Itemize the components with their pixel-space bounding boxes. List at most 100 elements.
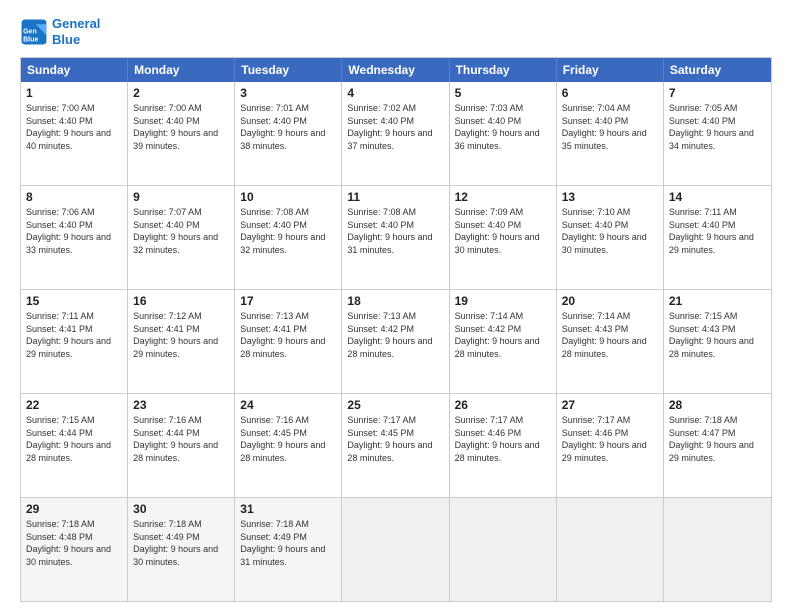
day-cell-3: 3 Sunrise: 7:01 AMSunset: 4:40 PMDaylight… — [235, 82, 342, 185]
day-cell-4: 4 Sunrise: 7:02 AMSunset: 4:40 PMDaylight… — [342, 82, 449, 185]
calendar-row-1: 1Sunrise: 7:00 AMSunset: 4:40 PMDaylight… — [21, 82, 771, 185]
day-number: 4 — [347, 86, 443, 100]
day-cell-28: 28 Sunrise: 7:18 AMSunset: 4:47 PMDayligh… — [664, 394, 771, 497]
day-number: 5 — [455, 86, 551, 100]
day-cell-12: 12 Sunrise: 7:09 AMSunset: 4:40 PMDayligh… — [450, 186, 557, 289]
empty-cell — [450, 498, 557, 601]
logo-icon: Gen Blue — [20, 18, 48, 46]
day-number: 17 — [240, 294, 336, 308]
day-number: 3 — [240, 86, 336, 100]
cell-info: Sunrise: 7:08 AMSunset: 4:40 PMDaylight:… — [347, 206, 443, 256]
logo-text: General Blue — [52, 16, 100, 47]
day-cell-6: 6Sunrise: 7:04 AMSunset: 4:40 PMDaylight… — [557, 82, 664, 185]
day-number: 15 — [26, 294, 122, 308]
header-day-thursday: Thursday — [450, 58, 557, 82]
cell-info: Sunrise: 7:18 AMSunset: 4:47 PMDaylight:… — [669, 414, 766, 464]
day-cell-8: 8Sunrise: 7:06 AMSunset: 4:40 PMDaylight… — [21, 186, 128, 289]
day-number: 9 — [133, 190, 229, 204]
cell-info: Sunrise: 7:13 AMSunset: 4:42 PMDaylight:… — [347, 310, 443, 360]
cell-info: Sunrise: 7:01 AMSunset: 4:40 PMDaylight:… — [240, 102, 336, 152]
day-cell-26: 26 Sunrise: 7:17 AMSunset: 4:46 PMDayligh… — [450, 394, 557, 497]
day-cell-13: 13 Sunrise: 7:10 AMSunset: 4:40 PMDayligh… — [557, 186, 664, 289]
day-cell-9: 9Sunrise: 7:07 AMSunset: 4:40 PMDaylight… — [128, 186, 235, 289]
day-number: 16 — [133, 294, 229, 308]
day-cell-5: 5 Sunrise: 7:03 AMSunset: 4:40 PMDaylight… — [450, 82, 557, 185]
cell-info: Sunrise: 7:04 AMSunset: 4:40 PMDaylight:… — [562, 102, 658, 152]
logo: Gen Blue General Blue — [20, 16, 100, 47]
day-cell-10: 10Sunrise: 7:08 AMSunset: 4:40 PMDayligh… — [235, 186, 342, 289]
day-cell-21: 21 Sunrise: 7:15 AMSunset: 4:43 PMDayligh… — [664, 290, 771, 393]
svg-text:Blue: Blue — [23, 36, 38, 43]
header-day-monday: Monday — [128, 58, 235, 82]
day-cell-25: 25 Sunrise: 7:17 AMSunset: 4:45 PMDayligh… — [342, 394, 449, 497]
header-day-sunday: Sunday — [21, 58, 128, 82]
day-cell-2: 2 Sunrise: 7:00 AMSunset: 4:40 PMDaylight… — [128, 82, 235, 185]
day-number: 21 — [669, 294, 766, 308]
cell-info: Sunrise: 7:18 AMSunset: 4:48 PMDaylight:… — [26, 518, 122, 568]
cell-info: Sunrise: 7:12 AMSunset: 4:41 PMDaylight:… — [133, 310, 229, 360]
day-number: 20 — [562, 294, 658, 308]
day-number: 24 — [240, 398, 336, 412]
cell-info: Sunrise: 7:05 AMSunset: 4:40 PMDaylight:… — [669, 102, 766, 152]
day-number: 14 — [669, 190, 766, 204]
day-number: 13 — [562, 190, 658, 204]
cell-info: Sunrise: 7:18 AMSunset: 4:49 PMDaylight:… — [240, 518, 336, 568]
cell-info: Sunrise: 7:16 AMSunset: 4:45 PMDaylight:… — [240, 414, 336, 464]
header-day-tuesday: Tuesday — [235, 58, 342, 82]
cell-info: Sunrise: 7:11 AMSunset: 4:41 PMDaylight:… — [26, 310, 122, 360]
day-number: 22 — [26, 398, 122, 412]
cell-info: Sunrise: 7:14 AMSunset: 4:42 PMDaylight:… — [455, 310, 551, 360]
day-number: 7 — [669, 86, 766, 100]
empty-cell — [664, 498, 771, 601]
cell-info: Sunrise: 7:15 AMSunset: 4:44 PMDaylight:… — [26, 414, 122, 464]
cell-info: Sunrise: 7:11 AMSunset: 4:40 PMDaylight:… — [669, 206, 766, 256]
day-number: 26 — [455, 398, 551, 412]
cell-info: Sunrise: 7:02 AMSunset: 4:40 PMDaylight:… — [347, 102, 443, 152]
day-number: 31 — [240, 502, 336, 516]
calendar-row-5: 29 Sunrise: 7:18 AMSunset: 4:48 PMDayligh… — [21, 497, 771, 601]
calendar-body: 1Sunrise: 7:00 AMSunset: 4:40 PMDaylight… — [21, 82, 771, 601]
day-cell-1: 1Sunrise: 7:00 AMSunset: 4:40 PMDaylight… — [21, 82, 128, 185]
cell-info: Sunrise: 7:10 AMSunset: 4:40 PMDaylight:… — [562, 206, 658, 256]
day-cell-20: 20 Sunrise: 7:14 AMSunset: 4:43 PMDayligh… — [557, 290, 664, 393]
day-cell-24: 24 Sunrise: 7:16 AMSunset: 4:45 PMDayligh… — [235, 394, 342, 497]
cell-info: Sunrise: 7:17 AMSunset: 4:46 PMDaylight:… — [455, 414, 551, 464]
header-day-friday: Friday — [557, 58, 664, 82]
empty-cell — [557, 498, 664, 601]
cell-info: Sunrise: 7:16 AMSunset: 4:44 PMDaylight:… — [133, 414, 229, 464]
day-number: 23 — [133, 398, 229, 412]
day-number: 18 — [347, 294, 443, 308]
cell-info: Sunrise: 7:00 AMSunset: 4:40 PMDaylight:… — [26, 102, 122, 152]
cell-info: Sunrise: 7:00 AMSunset: 4:40 PMDaylight:… — [133, 102, 229, 152]
cell-info: Sunrise: 7:03 AMSunset: 4:40 PMDaylight:… — [455, 102, 551, 152]
cell-info: Sunrise: 7:13 AMSunset: 4:41 PMDaylight:… — [240, 310, 336, 360]
cell-info: Sunrise: 7:17 AMSunset: 4:45 PMDaylight:… — [347, 414, 443, 464]
header: Gen Blue General Blue — [20, 16, 772, 47]
day-cell-14: 14 Sunrise: 7:11 AMSunset: 4:40 PMDayligh… — [664, 186, 771, 289]
day-number: 28 — [669, 398, 766, 412]
empty-cell — [342, 498, 449, 601]
calendar-header: SundayMondayTuesdayWednesdayThursdayFrid… — [21, 58, 771, 82]
day-number: 29 — [26, 502, 122, 516]
cell-info: Sunrise: 7:17 AMSunset: 4:46 PMDaylight:… — [562, 414, 658, 464]
calendar-row-2: 8Sunrise: 7:06 AMSunset: 4:40 PMDaylight… — [21, 185, 771, 289]
day-cell-7: 7 Sunrise: 7:05 AMSunset: 4:40 PMDaylight… — [664, 82, 771, 185]
cell-info: Sunrise: 7:06 AMSunset: 4:40 PMDaylight:… — [26, 206, 122, 256]
day-number: 2 — [133, 86, 229, 100]
day-cell-16: 16 Sunrise: 7:12 AMSunset: 4:41 PMDayligh… — [128, 290, 235, 393]
day-number: 10 — [240, 190, 336, 204]
day-number: 25 — [347, 398, 443, 412]
day-number: 19 — [455, 294, 551, 308]
cell-info: Sunrise: 7:18 AMSunset: 4:49 PMDaylight:… — [133, 518, 229, 568]
day-cell-30: 30 Sunrise: 7:18 AMSunset: 4:49 PMDayligh… — [128, 498, 235, 601]
day-cell-18: 18 Sunrise: 7:13 AMSunset: 4:42 PMDayligh… — [342, 290, 449, 393]
cell-info: Sunrise: 7:09 AMSunset: 4:40 PMDaylight:… — [455, 206, 551, 256]
day-number: 27 — [562, 398, 658, 412]
day-number: 12 — [455, 190, 551, 204]
svg-text:Gen: Gen — [23, 28, 37, 35]
day-cell-15: 15 Sunrise: 7:11 AMSunset: 4:41 PMDayligh… — [21, 290, 128, 393]
cell-info: Sunrise: 7:15 AMSunset: 4:43 PMDaylight:… — [669, 310, 766, 360]
day-number: 30 — [133, 502, 229, 516]
day-cell-27: 27 Sunrise: 7:17 AMSunset: 4:46 PMDayligh… — [557, 394, 664, 497]
cell-info: Sunrise: 7:14 AMSunset: 4:43 PMDaylight:… — [562, 310, 658, 360]
